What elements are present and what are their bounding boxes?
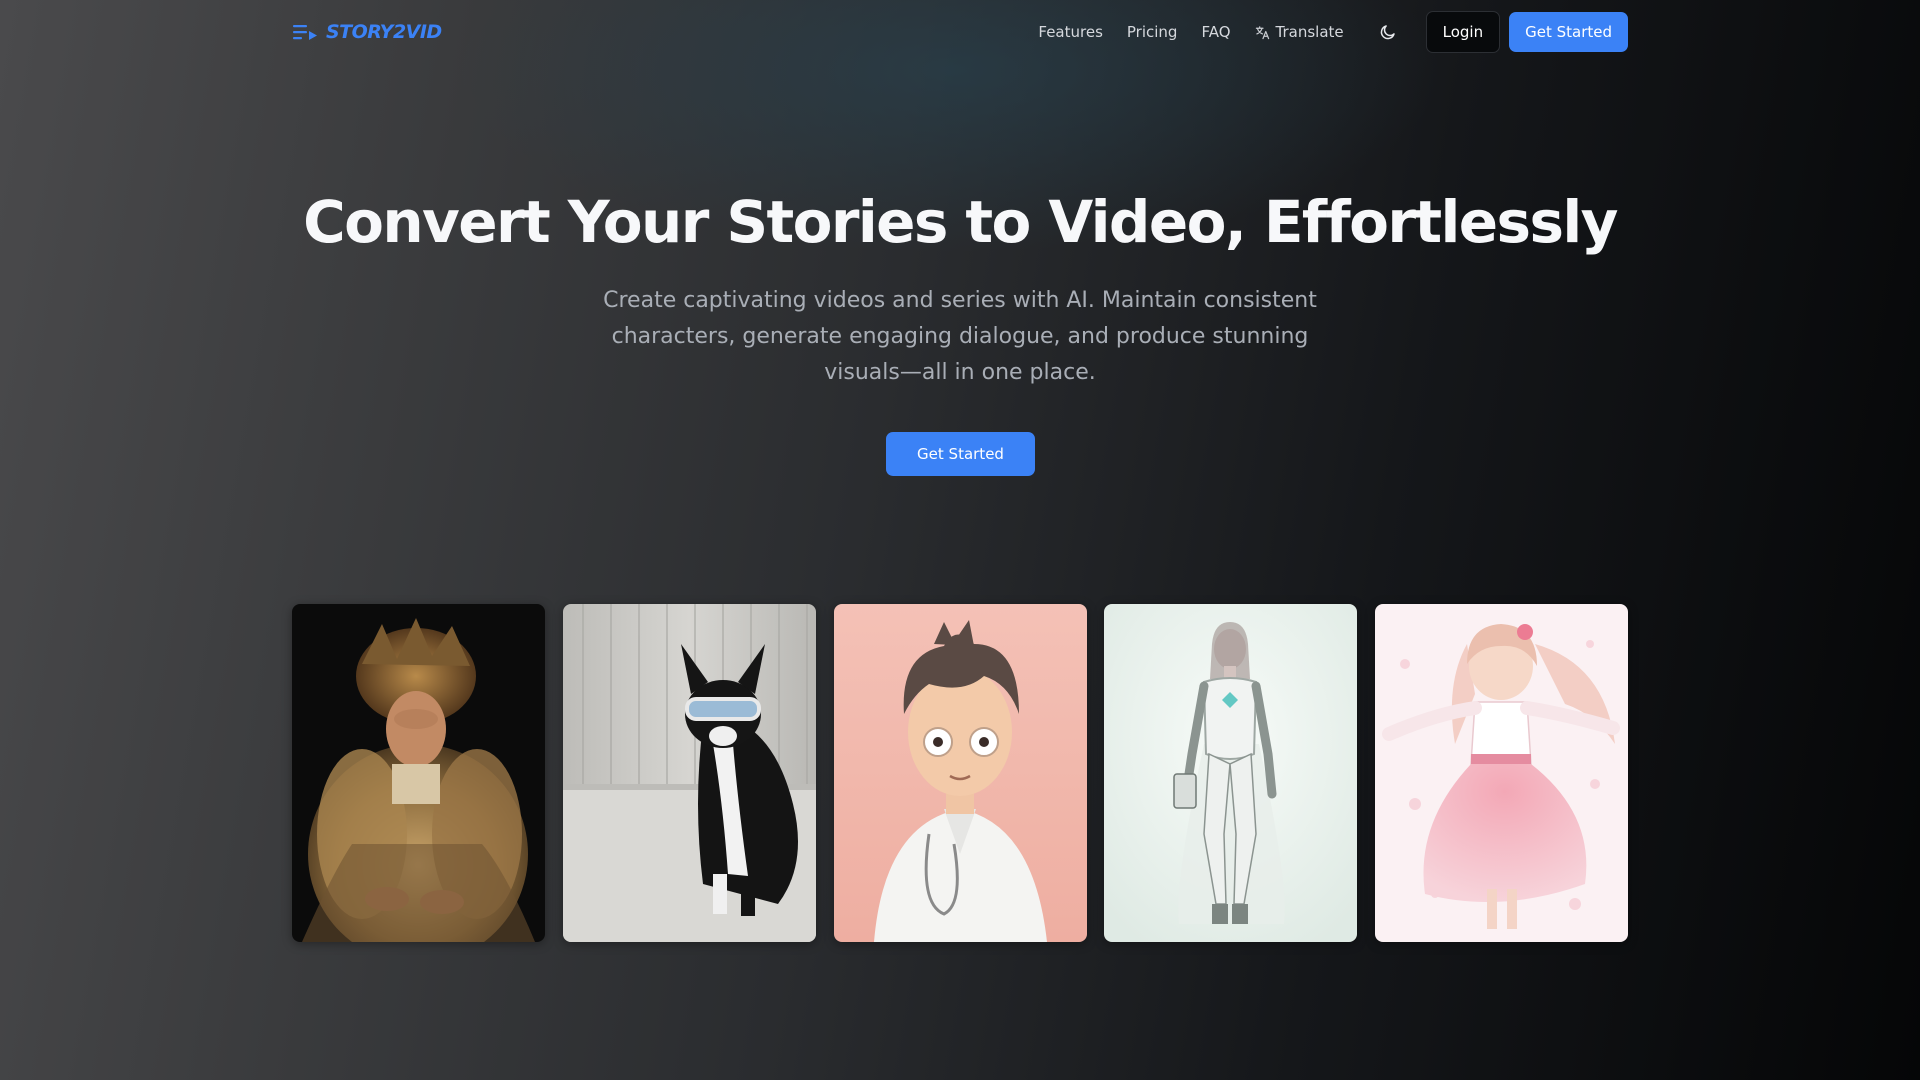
translate-label: Translate — [1275, 23, 1344, 41]
anime-girl-image — [1375, 604, 1628, 942]
moon-icon — [1380, 25, 1395, 40]
nav-menu: Features Pricing FAQ Translate Login Get… — [1038, 11, 1628, 53]
nav-link-features[interactable]: Features — [1038, 23, 1103, 41]
playlist-play-icon — [293, 25, 317, 40]
gallery-card-android — [1104, 604, 1358, 942]
gallery-card-dog — [562, 604, 816, 942]
translate-icon — [1255, 25, 1269, 39]
brand-logo-link[interactable]: STORY2VID — [292, 21, 442, 43]
top-navbar: STORY2VID Features Pricing FAQ Translate… — [292, 11, 1628, 53]
gallery-card-fur-portrait — [292, 604, 545, 942]
translate-button[interactable]: Translate — [1255, 23, 1344, 41]
hero-subtitle: Create captivating videos and series wit… — [603, 288, 1317, 385]
nav-get-started-button[interactable]: Get Started — [1509, 12, 1628, 52]
nav-link-pricing[interactable]: Pricing — [1127, 23, 1178, 41]
dog-with-goggles-image — [562, 604, 816, 942]
showcase-gallery — [292, 604, 1628, 942]
nav-link-faq[interactable]: FAQ — [1201, 23, 1230, 41]
login-button[interactable]: Login — [1425, 11, 1501, 53]
fur-coat-portrait-image — [292, 604, 545, 942]
hero-title: Convert Your Stories to Video, Effortles… — [303, 188, 1618, 256]
android-woman-image — [1104, 604, 1358, 942]
cartoon-doctor-image — [833, 604, 1087, 942]
theme-toggle-button[interactable] — [1370, 14, 1406, 50]
hero-get-started-button[interactable]: Get Started — [886, 432, 1035, 476]
gallery-card-cartoon-doctor — [833, 604, 1087, 942]
gallery-card-anime-girl — [1375, 604, 1628, 942]
brand-name: STORY2VID — [326, 21, 442, 43]
